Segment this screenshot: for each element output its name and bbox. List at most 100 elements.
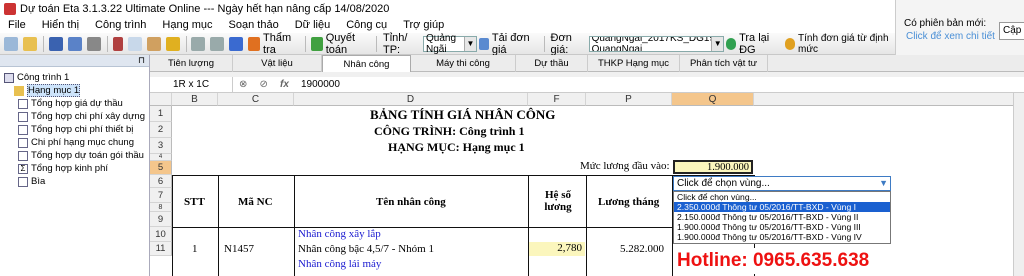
region-option-vung-1[interactable]: 2.350.000đ Thông tư 05/2016/TT-BXD - Vùn…: [674, 202, 890, 212]
pin-icon[interactable]: ⊓: [138, 55, 145, 66]
save-as-icon: [67, 36, 82, 51]
vertical-scrollbar[interactable]: [1013, 93, 1024, 276]
save-as-button[interactable]: [66, 35, 84, 53]
menu-tro-giup[interactable]: Trợ giúp: [395, 19, 452, 31]
window-title: Dự toán Eta 3.1.3.22 Ultimate Online ---…: [20, 2, 390, 15]
corner-cell[interactable]: [150, 93, 172, 106]
menu-hang-muc[interactable]: Hạng mục: [154, 19, 220, 31]
undo-icon: [191, 36, 206, 51]
sheet-title: BẢNG TÍNH GIÁ NHÂN CÔNG: [370, 107, 556, 122]
tinh-don-gia-button[interactable]: Tính đơn giá từ định mức: [783, 33, 894, 55]
tab-vat-lieu[interactable]: Vật liệu: [233, 55, 322, 72]
price-set-select[interactable]: QuangNgai_2017KS_DG194, QuangNgai_ ▼: [588, 35, 725, 52]
confirm-icon[interactable]: ⊘: [260, 79, 268, 90]
print-button[interactable]: [85, 35, 103, 53]
undo-button[interactable]: [189, 35, 207, 53]
tree-item-cong-trinh[interactable]: Công trình 1: [0, 71, 149, 84]
province-select[interactable]: Quảng Ngãi ▼: [422, 33, 477, 55]
name-box[interactable]: 1R x 1C: [150, 76, 233, 93]
row-header-6[interactable]: 6: [150, 175, 172, 188]
update-button[interactable]: Cập: [999, 22, 1024, 40]
folder-icon: [23, 36, 37, 51]
tai-don-gia-label: Tải đơn giá: [491, 31, 530, 56]
tab-tien-luong[interactable]: Tiên lượng: [150, 55, 233, 72]
row-header-3[interactable]: 3: [150, 138, 172, 154]
header-ten-nhan-cong: Tên nhân công: [376, 196, 446, 208]
row-header-5[interactable]: 5: [150, 161, 172, 175]
tree-item-kinh-phi[interactable]: Σ Tổng hợp kinh phí: [0, 162, 149, 175]
group-nhan-cong-xay-lap: Nhân công xây lắp: [298, 228, 381, 240]
column-header-c[interactable]: C: [218, 93, 294, 106]
sigma-icon: Σ: [18, 163, 28, 174]
row-header-11[interactable]: 11: [150, 242, 172, 256]
tai-don-gia-button[interactable]: Tải đơn giá: [477, 31, 540, 56]
wage-input-cell[interactable]: 1.900.000: [673, 160, 753, 174]
format-button[interactable]: [164, 35, 182, 53]
column-header-p[interactable]: P: [586, 93, 672, 106]
menu-hien-thi[interactable]: Hiển thị: [34, 19, 87, 31]
tab-may-thi-cong[interactable]: Máy thi công: [411, 55, 516, 72]
column-header-extra[interactable]: [754, 93, 1024, 106]
tab-du-thau[interactable]: Dự thầu: [516, 55, 588, 72]
region-option-vung-2[interactable]: 2.150.000đ Thông tư 05/2016/TT-BXD - Vùn…: [674, 212, 890, 222]
column-header-b[interactable]: B: [172, 93, 218, 106]
price-set-value: QuangNgai_2017KS_DG194, QuangNgai_: [591, 35, 724, 52]
copy-button[interactable]: [126, 35, 144, 53]
column-header-f[interactable]: F: [528, 93, 586, 106]
menu-soan-thao[interactable]: Soạn thảo: [221, 19, 287, 31]
project-tree: Công trình 1 Hạng mục 1 Tổng hợp giá dự …: [0, 67, 149, 188]
project-line: CÔNG TRÌNH: Công trình 1: [374, 124, 525, 138]
region-select[interactable]: Click để chọn vùng... ▼: [673, 176, 891, 191]
redo-button[interactable]: [208, 35, 226, 53]
document-icon: [18, 124, 28, 135]
document-icon: [18, 150, 28, 161]
project-tree-panel: ⊓ Công trình 1 Hạng mục 1 Tổng hợp giá d…: [0, 55, 150, 276]
forward-button[interactable]: [227, 35, 245, 53]
paste-button[interactable]: [145, 35, 163, 53]
function-icon[interactable]: fx: [280, 79, 289, 90]
region-option-vung-3[interactable]: 1.900.000đ Thông tư 05/2016/TT-BXD - Vùn…: [674, 222, 890, 232]
row-header-2[interactable]: 2: [150, 122, 172, 138]
tree-item-chi-phi-hang-muc-chung[interactable]: Chi phí hạng mục chung: [0, 136, 149, 149]
tree-item-tong-hop-gia-du-thau[interactable]: Tổng hợp giá dự thầu: [0, 97, 149, 110]
row-header-4[interactable]: 4: [150, 154, 172, 161]
cancel-icon[interactable]: ⊗: [239, 79, 247, 90]
spreadsheet-grid[interactable]: B C D F P Q 1 2 3 4 5 6 7 8 9 10 11 BẢNG…: [150, 93, 1024, 276]
new-button[interactable]: [2, 35, 20, 53]
item-line: HẠNG MỤC: Hạng mục 1: [388, 140, 525, 154]
quyet-toan-button[interactable]: Quyết toán: [309, 32, 372, 56]
tham-tra-button[interactable]: Thẩm tra: [246, 32, 301, 56]
save-button[interactable]: [47, 35, 65, 53]
tra-lai-dg-button[interactable]: Tra lại ĐG: [724, 32, 782, 56]
open-button[interactable]: [21, 35, 39, 53]
row-header-9[interactable]: 9: [150, 212, 172, 227]
don-gia-label: Đơn giá:: [550, 31, 572, 56]
tree-item-hang-muc[interactable]: Hạng mục 1: [0, 84, 149, 97]
tree-item-du-toan-goi-thau[interactable]: Tổng hợp dự toán gói thầu: [0, 149, 149, 162]
row-header-1[interactable]: 1: [150, 106, 172, 122]
menu-cong-cu[interactable]: Công cụ: [338, 19, 395, 31]
menu-file[interactable]: File: [0, 19, 34, 31]
chevron-down-icon: ▼: [463, 36, 476, 51]
menu-du-lieu[interactable]: Dữ liệu: [287, 19, 339, 31]
formula-input[interactable]: 1900000: [295, 79, 340, 90]
row-header-7[interactable]: 7: [150, 188, 172, 203]
tab-nhan-cong[interactable]: Nhân công: [322, 55, 411, 72]
save-icon: [48, 36, 63, 51]
row-header-10[interactable]: 10: [150, 227, 172, 242]
tree-item-bia[interactable]: Bìa: [0, 175, 149, 188]
tab-phan-tich-vat-tu[interactable]: Phân tích vật tư: [680, 55, 768, 72]
column-header-q[interactable]: Q: [672, 93, 754, 106]
row-header-8[interactable]: 8: [150, 203, 172, 212]
region-option-placeholder[interactable]: Click để chọn vùng...: [674, 192, 890, 202]
row10-he-so[interactable]: 2,780: [529, 242, 585, 256]
tab-thkp-hang-muc[interactable]: THKP Hạng mục: [588, 55, 680, 72]
column-header-d[interactable]: D: [294, 93, 528, 106]
app-icon: [4, 2, 16, 15]
region-option-vung-4[interactable]: 1.900.000đ Thông tư 05/2016/TT-BXD - Vùn…: [674, 232, 890, 242]
update-link[interactable]: Click để xem chi tiết: [906, 31, 995, 42]
tree-item-chi-phi-thiet-bi[interactable]: Tổng hợp chi phí thiết bị: [0, 123, 149, 136]
menu-cong-trinh[interactable]: Công trình: [87, 19, 154, 31]
cut-button[interactable]: [111, 35, 125, 53]
tree-item-chi-phi-xay-dung[interactable]: Tổng hợp chi phí xây dựng: [0, 110, 149, 123]
